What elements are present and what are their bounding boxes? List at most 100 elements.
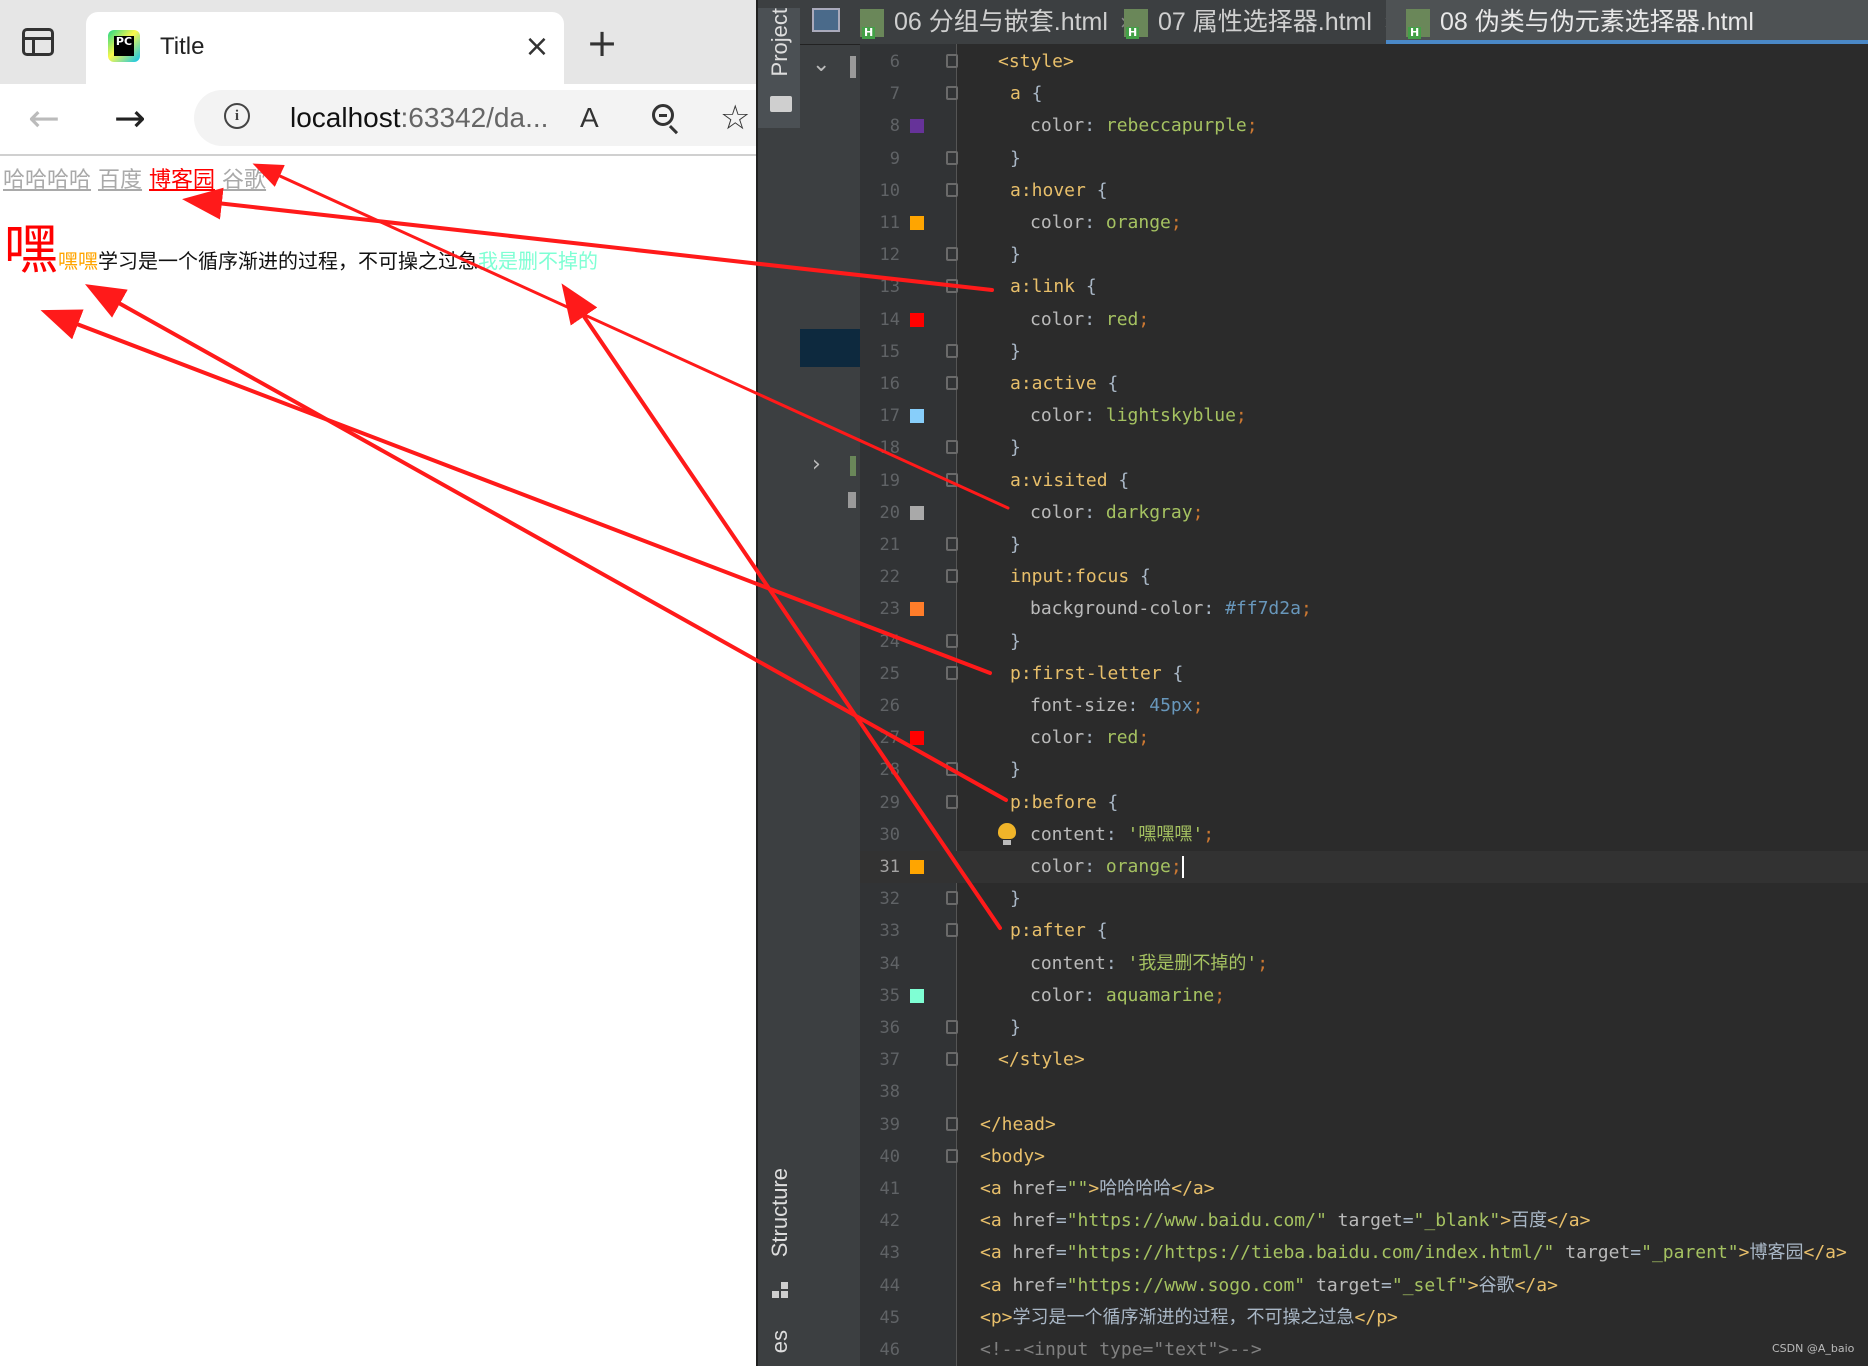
fold-marker-icon[interactable] <box>946 537 958 551</box>
line-number[interactable]: 31 <box>860 851 900 883</box>
code-text[interactable]: color: aquamarine; <box>1030 980 1225 1012</box>
zoom-out-icon[interactable] <box>652 104 674 126</box>
color-swatch[interactable] <box>910 860 924 874</box>
line-number[interactable]: 7 <box>860 78 900 110</box>
line-number[interactable]: 22 <box>860 561 900 593</box>
sidebar-toggle-icon[interactable] <box>812 8 840 32</box>
code-text[interactable]: </head> <box>980 1109 1056 1141</box>
color-swatch[interactable] <box>910 409 924 424</box>
color-swatch[interactable] <box>910 119 924 134</box>
fold-marker-icon[interactable] <box>946 343 958 358</box>
code-text[interactable]: p:after { <box>1010 915 1108 947</box>
line-number[interactable]: 18 <box>860 432 900 464</box>
line-number[interactable]: 42 <box>860 1205 900 1237</box>
code-line-31[interactable]: 31 color: orange; <box>860 851 1868 883</box>
line-number[interactable]: 20 <box>860 497 900 529</box>
color-swatch[interactable] <box>910 988 924 1003</box>
code-text[interactable]: a:hover { <box>1010 175 1108 207</box>
code-text[interactable]: color: lightskyblue; <box>1030 400 1247 432</box>
code-line-16[interactable]: 16 a:active { <box>860 368 1868 400</box>
code-line-38[interactable]: 38 <box>860 1076 1868 1108</box>
code-line-9[interactable]: 9} <box>860 143 1868 175</box>
fold-marker-icon[interactable] <box>946 923 958 938</box>
line-number[interactable]: 9 <box>860 143 900 175</box>
link-cnblogs[interactable]: 博客园 <box>149 168 215 193</box>
code-text[interactable]: } <box>1010 883 1021 915</box>
line-number[interactable]: 36 <box>860 1012 900 1044</box>
code-text[interactable]: } <box>1010 432 1021 464</box>
code-text[interactable]: } <box>1010 754 1021 786</box>
code-text[interactable]: input:focus { <box>1010 561 1151 593</box>
folder-icon[interactable] <box>770 96 792 112</box>
line-number[interactable]: 21 <box>860 529 900 561</box>
code-text[interactable]: <a href="https://www.sogo.com" target="_… <box>980 1270 1558 1302</box>
code-line-17[interactable]: 17 color: lightskyblue; <box>860 400 1868 432</box>
line-number[interactable]: 30 <box>860 819 900 851</box>
code-text[interactable]: } <box>1010 626 1021 658</box>
code-text[interactable]: content: '嘿嘿嘿'; <box>1030 819 1214 851</box>
line-number[interactable]: 15 <box>860 336 900 368</box>
fold-marker-icon[interactable] <box>946 150 958 165</box>
new-tab-button[interactable]: + <box>582 24 622 64</box>
line-number[interactable]: 33 <box>860 915 900 947</box>
code-text[interactable]: a:link { <box>1010 271 1097 303</box>
selected-tree-row[interactable] <box>800 329 860 367</box>
code-line-11[interactable]: 11 color: orange; <box>860 207 1868 239</box>
code-line-27[interactable]: 27 color: red; <box>860 722 1868 754</box>
fold-marker-icon[interactable] <box>946 54 958 68</box>
code-text[interactable]: <a href="">哈哈哈哈</a> <box>980 1173 1215 1205</box>
line-number[interactable]: 39 <box>860 1109 900 1141</box>
code-text[interactable]: <a href="https://https://tieba.baidu.com… <box>980 1237 1847 1269</box>
code-text[interactable]: } <box>1010 529 1021 561</box>
code-text[interactable]: <body> <box>980 1141 1045 1173</box>
code-text[interactable]: color: orange; <box>1030 207 1182 239</box>
code-text[interactable]: } <box>1010 143 1021 175</box>
line-number[interactable]: 44 <box>860 1270 900 1302</box>
code-text[interactable]: content: '我是删不掉的'; <box>1030 948 1268 980</box>
code-text[interactable]: a:visited { <box>1010 465 1129 497</box>
code-line-25[interactable]: 25 p:first-letter { <box>860 658 1868 690</box>
code-line-33[interactable]: 33 p:after { <box>860 915 1868 947</box>
color-swatch[interactable] <box>910 505 924 520</box>
line-number[interactable]: 13 <box>860 271 900 303</box>
code-text[interactable]: } <box>1010 239 1021 271</box>
line-number[interactable]: 8 <box>860 110 900 142</box>
bottom-tool-tab[interactable]: es <box>758 1330 802 1366</box>
code-line-10[interactable]: 10 a:hover { <box>860 175 1868 207</box>
code-line-32[interactable]: 32} <box>860 883 1868 915</box>
line-number[interactable]: 19 <box>860 465 900 497</box>
line-number[interactable]: 27 <box>860 722 900 754</box>
structure-tool-tab[interactable]: Structure <box>758 1168 802 1298</box>
link-hahaha[interactable]: 哈哈哈哈 <box>3 168 91 193</box>
code-line-8[interactable]: 8 color: rebeccapurple; <box>860 110 1868 142</box>
fold-marker-icon[interactable] <box>946 1116 958 1131</box>
code-text[interactable]: color: darkgray; <box>1030 497 1203 529</box>
code-line-23[interactable]: 23 background-color: #ff7d2a; <box>860 593 1868 625</box>
line-number[interactable]: 45 <box>860 1302 900 1334</box>
line-number[interactable]: 26 <box>860 690 900 722</box>
editor-tab-06[interactable]: 06 分组与嵌套.html× <box>860 0 1133 44</box>
chevron-right-icon[interactable]: › <box>812 452 821 477</box>
line-number[interactable]: 28 <box>860 754 900 786</box>
code-text[interactable]: a { <box>1010 78 1043 110</box>
fold-marker-icon[interactable] <box>946 472 958 487</box>
line-number[interactable]: 25 <box>860 658 900 690</box>
fold-marker-icon[interactable] <box>946 182 958 197</box>
tab-actions-icon[interactable] <box>22 28 54 56</box>
code-text[interactable]: background-color: #ff7d2a; <box>1030 593 1312 625</box>
fold-marker-icon[interactable] <box>946 1052 958 1067</box>
code-text[interactable]: font-size: 45px; <box>1030 690 1203 722</box>
code-text[interactable]: p:first-letter { <box>1010 658 1183 690</box>
code-text[interactable]: </style> <box>998 1044 1085 1076</box>
code-line-22[interactable]: 22 input:focus { <box>860 561 1868 593</box>
fold-marker-icon[interactable] <box>946 633 958 648</box>
line-number[interactable]: 41 <box>860 1173 900 1205</box>
add-favorite-icon[interactable]: ☆ <box>720 98 750 138</box>
code-line-36[interactable]: 36} <box>860 1012 1868 1044</box>
code-line-45[interactable]: 45 <p>学习是一个循序渐进的过程，不可操之过急</p> <box>860 1302 1868 1334</box>
fold-marker-icon[interactable] <box>946 247 958 262</box>
code-line-19[interactable]: 19 a:visited { <box>860 465 1868 497</box>
code-line-21[interactable]: 21} <box>860 529 1868 561</box>
code-text[interactable]: <style> <box>998 46 1074 78</box>
chevron-down-icon[interactable]: ⌄ <box>812 52 830 77</box>
